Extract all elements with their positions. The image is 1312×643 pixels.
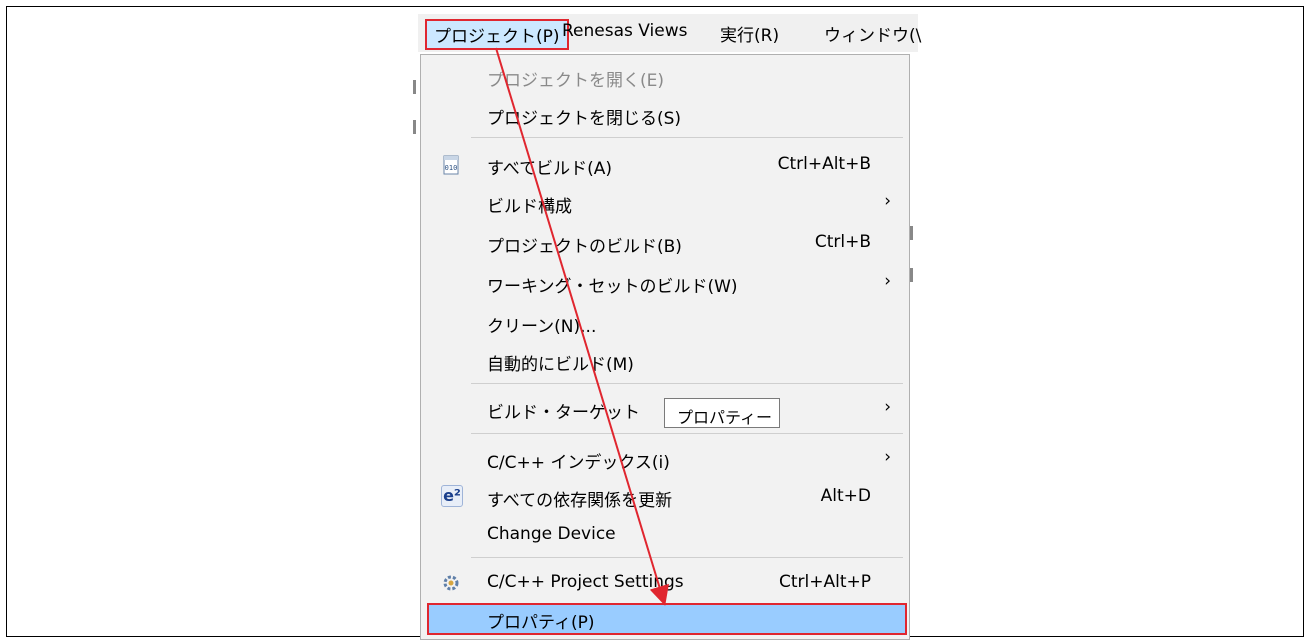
background-edge bbox=[413, 80, 416, 94]
menu-item-label: Change Device bbox=[487, 524, 616, 544]
menu-item-open-project[interactable]: プロジェクトを開く(E) bbox=[421, 61, 909, 93]
menu-separator bbox=[471, 137, 903, 138]
menu-item-update-dependencies[interactable]: e² すべての依存関係を更新 Alt+D bbox=[421, 481, 909, 513]
shortcut-label: Alt+D bbox=[820, 486, 871, 506]
menu-window[interactable]: ウィンドウ(\ bbox=[824, 21, 921, 46]
menu-item-label: C/C++ Project Settings bbox=[487, 572, 684, 592]
svg-text:010: 010 bbox=[445, 164, 458, 172]
tooltip: プロパティー bbox=[664, 398, 780, 428]
menu-run[interactable]: 実行(R) bbox=[720, 21, 779, 46]
menu-separator bbox=[471, 557, 903, 558]
menu-separator bbox=[471, 383, 903, 384]
shortcut-label: Ctrl+Alt+B bbox=[777, 154, 871, 174]
menu-item-label: プロジェクトを閉じる(S) bbox=[487, 109, 682, 129]
menu-separator bbox=[471, 433, 903, 434]
menu-item-clean[interactable]: クリーン(N)... bbox=[421, 307, 909, 339]
menubar: プロジェクト(P) Renesas Views 実行(R) ウィンドウ(\ bbox=[418, 14, 921, 52]
menu-item-build-working-set[interactable]: ワーキング・セットのビルド(W) › bbox=[421, 267, 909, 299]
menu-item-label: プロジェクトのビルド(B) bbox=[487, 237, 682, 257]
submenu-arrow-icon: › bbox=[884, 397, 891, 417]
menu-item-label: すべてビルド(A) bbox=[487, 159, 613, 179]
menu-item-label: プロジェクトを開く(E) bbox=[487, 71, 665, 91]
menu-item-build-automatically[interactable]: 自動的にビルド(M) bbox=[421, 345, 909, 377]
menu-item-label: クリーン(N)... bbox=[487, 317, 597, 337]
e2-icon: e² bbox=[441, 485, 463, 507]
menu-item-build-all[interactable]: 010 すべてビルド(A) Ctrl+Alt+B bbox=[421, 149, 909, 181]
build-all-icon: 010 bbox=[443, 155, 459, 175]
background-edge bbox=[910, 226, 913, 240]
menu-item-close-project[interactable]: プロジェクトを閉じる(S) bbox=[421, 99, 909, 131]
submenu-arrow-icon: › bbox=[884, 271, 891, 291]
project-menu: プロジェクトを開く(E) プロジェクトを閉じる(S) 010 すべてビルド(A)… bbox=[420, 54, 910, 640]
menu-item-label: ビルド構成 bbox=[487, 197, 572, 217]
menu-item-build-project[interactable]: プロジェクトのビルド(B) Ctrl+B bbox=[421, 227, 909, 259]
menu-item-change-device[interactable]: Change Device bbox=[421, 519, 909, 551]
menu-item-label: ビルド・ターゲット bbox=[487, 403, 640, 423]
background-edge bbox=[910, 268, 913, 282]
tooltip-text: プロパティー bbox=[677, 408, 773, 427]
menu-item-label: ワーキング・セットのビルド(W) bbox=[487, 277, 738, 297]
menu-item-label: 自動的にビルド(M) bbox=[487, 355, 634, 375]
menu-item-label: すべての依存関係を更新 bbox=[487, 491, 673, 511]
menu-item-label: C/C++ インデックス(i) bbox=[487, 453, 670, 473]
submenu-arrow-icon: › bbox=[884, 191, 891, 211]
shortcut-label: Ctrl+B bbox=[814, 232, 871, 252]
menu-item-cpp-project-settings[interactable]: C/C++ Project Settings Ctrl+Alt+P bbox=[421, 567, 909, 599]
menu-item-label: プロパティ(P) bbox=[487, 613, 595, 633]
menu-project[interactable]: プロジェクト(P) bbox=[425, 19, 569, 50]
shortcut-label: Ctrl+Alt+P bbox=[778, 572, 871, 592]
menu-item-properties[interactable]: プロパティ(P) bbox=[427, 603, 907, 635]
background-edge bbox=[413, 120, 416, 134]
menu-item-build-configurations[interactable]: ビルド構成 › bbox=[421, 187, 909, 219]
menu-renesas-views[interactable]: Renesas Views bbox=[562, 21, 687, 41]
settings-icon bbox=[443, 575, 459, 591]
submenu-arrow-icon: › bbox=[884, 447, 891, 467]
menu-item-cpp-index[interactable]: C/C++ インデックス(i) › bbox=[421, 443, 909, 475]
